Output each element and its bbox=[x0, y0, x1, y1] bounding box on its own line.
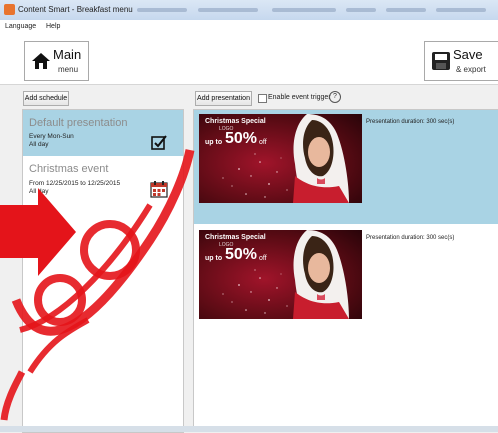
add-presentation-button[interactable]: Add presentation bbox=[195, 91, 252, 106]
schedule-item-default[interactable]: Default presentation Every Mon-Sun All d… bbox=[23, 110, 183, 156]
main-menu-label: Main bbox=[53, 47, 82, 62]
offer-percent: 50% bbox=[225, 130, 258, 147]
banner-title: Christmas Special bbox=[205, 118, 266, 125]
schedule-list: Default presentation Every Mon-Sun All d… bbox=[22, 109, 184, 433]
offer-suffix: off bbox=[259, 255, 267, 262]
offer-prefix: up to bbox=[205, 139, 223, 146]
home-icon bbox=[32, 53, 50, 69]
banner-title: Christmas Special bbox=[205, 234, 266, 241]
event-trigger-label: Enable event trigger bbox=[268, 94, 331, 101]
presentation-duration: Presentation duration: 300 sec(s) bbox=[366, 119, 455, 125]
schedule-title: Christmas event bbox=[29, 163, 109, 175]
presentation-item[interactable]: Christmas Special LOGO up to 50% off Pre… bbox=[194, 228, 498, 328]
main-menu-sublabel: menu bbox=[58, 65, 79, 74]
title-bar-blur bbox=[436, 8, 486, 12]
calendar-icon bbox=[150, 181, 168, 198]
save-label: Save bbox=[453, 47, 483, 62]
menu-language[interactable]: Language bbox=[5, 23, 36, 30]
title-bar-blur bbox=[386, 8, 426, 12]
offer-prefix: up to bbox=[205, 255, 223, 262]
status-strip bbox=[0, 426, 498, 432]
presentation-duration: Presentation duration: 300 sec(s) bbox=[366, 235, 455, 241]
app-icon bbox=[4, 4, 15, 15]
offer-percent: 50% bbox=[225, 246, 258, 263]
schedule-time: All day bbox=[29, 188, 49, 195]
menu-bar: Language Help bbox=[0, 20, 498, 34]
add-schedule-button[interactable]: Add schedule bbox=[23, 91, 69, 106]
title-bar-blur bbox=[272, 8, 336, 12]
offer-suffix: off bbox=[259, 139, 267, 146]
checked-box-icon bbox=[151, 135, 167, 150]
title-bar-blur bbox=[346, 8, 376, 12]
title-bar: Content Smart - Breakfast menu bbox=[0, 0, 498, 20]
presentation-list: Christmas Special LOGO up to 50% off Pre… bbox=[193, 109, 498, 432]
presentation-item[interactable]: Christmas Special LOGO up to 50% off Pre… bbox=[194, 110, 498, 224]
main-menu-button[interactable]: Main menu bbox=[24, 41, 89, 81]
schedule-date-range: From 12/25/2015 to 12/25/2015 bbox=[29, 180, 121, 187]
save-icon bbox=[432, 52, 450, 70]
save-sublabel: & export bbox=[456, 65, 486, 74]
menu-help[interactable]: Help bbox=[46, 23, 60, 30]
ribbon: Main menu Save & export bbox=[0, 34, 498, 85]
title-bar-blur bbox=[137, 8, 187, 12]
presentation-thumbnail[interactable]: Christmas Special LOGO up to 50% off bbox=[199, 230, 362, 319]
schedule-item-christmas[interactable]: Christmas event From 12/25/2015 to 12/25… bbox=[23, 156, 183, 202]
schedule-time: All day bbox=[29, 141, 49, 148]
save-export-button[interactable]: Save & export bbox=[424, 41, 498, 81]
window-title: Content Smart - Breakfast menu bbox=[18, 5, 133, 14]
title-bar-blur bbox=[198, 8, 258, 12]
schedule-title: Default presentation bbox=[29, 117, 128, 129]
schedule-recurrence: Every Mon-Sun bbox=[29, 133, 74, 140]
presentation-thumbnail[interactable]: Christmas Special LOGO up to 50% off bbox=[199, 114, 362, 203]
help-icon[interactable]: ? bbox=[329, 91, 341, 103]
event-trigger-checkbox[interactable] bbox=[258, 94, 267, 103]
